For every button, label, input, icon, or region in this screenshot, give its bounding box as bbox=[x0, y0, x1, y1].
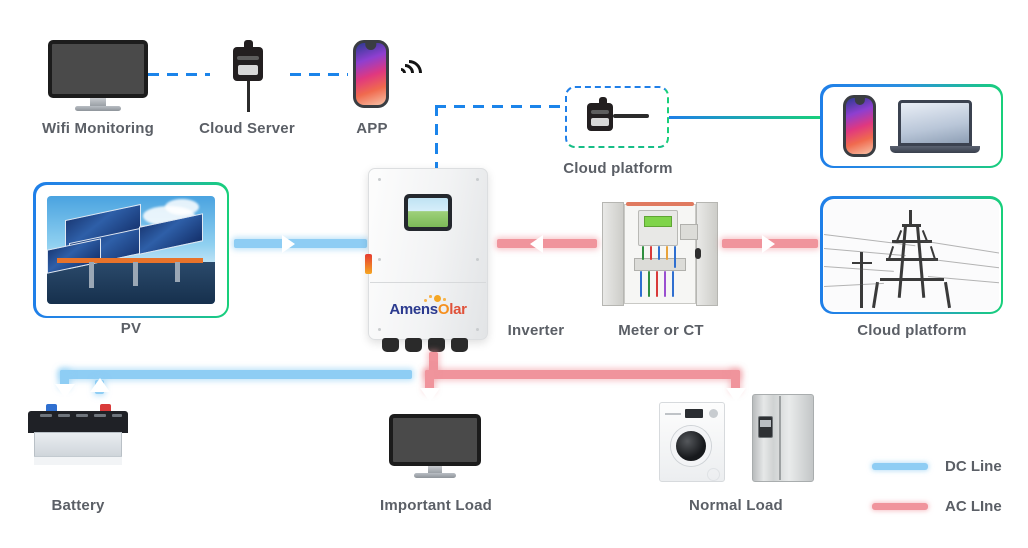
legend-swatch-dc bbox=[872, 462, 928, 470]
ac-line-meter-inverter bbox=[497, 239, 597, 248]
dc-line-pv-inverter bbox=[234, 239, 367, 248]
label-cloud-platform-top: Cloud platform bbox=[563, 160, 673, 177]
flow-arrow-charge-battery bbox=[55, 384, 75, 398]
legend-label-dc: DC Line bbox=[945, 457, 1002, 475]
label-inverter: Inverter bbox=[507, 322, 565, 339]
flow-arrow-discharge-battery bbox=[90, 378, 110, 392]
dashed-link-to-cloud bbox=[435, 105, 563, 108]
flow-arrow-meter-to-inverter bbox=[530, 235, 543, 253]
washer-icon bbox=[659, 402, 725, 482]
laptop-icon bbox=[890, 99, 980, 153]
flow-arrow-to-important-load bbox=[420, 388, 440, 402]
label-app: APP bbox=[356, 120, 388, 137]
label-meter: Meter or CT bbox=[618, 322, 704, 339]
legend-label-ac: AC LIne bbox=[945, 497, 1002, 515]
label-pv: PV bbox=[120, 320, 142, 337]
power-tower-icon bbox=[824, 200, 999, 310]
meter-cabinet-icon bbox=[602, 202, 718, 308]
solar-panel-icon bbox=[47, 196, 215, 304]
smartphone-icon bbox=[843, 95, 876, 157]
brand-sun-letter: O bbox=[437, 301, 450, 318]
label-battery: Battery bbox=[51, 497, 105, 514]
devices-box bbox=[820, 84, 1003, 168]
flow-arrow-to-normal-load bbox=[726, 388, 746, 402]
label-important-load: Important Load bbox=[380, 497, 492, 514]
system-diagram: Wifi Monitoring Cloud Server APP Cloud p… bbox=[0, 0, 1028, 548]
fridge-icon bbox=[752, 394, 814, 482]
label-wifi-monitoring: Wifi Monitoring bbox=[42, 120, 154, 137]
dc-line-inverter-battery bbox=[60, 370, 412, 379]
inverter-icon: AmensOlar bbox=[365, 168, 496, 356]
dongle-icon bbox=[228, 40, 268, 112]
grid-box bbox=[820, 196, 1003, 314]
label-grid: Cloud platform bbox=[857, 322, 967, 339]
pv-box bbox=[33, 182, 229, 318]
dashed-link-inverter-up bbox=[435, 105, 438, 175]
brand-part2: lar bbox=[449, 301, 467, 318]
ac-line-load-bus bbox=[425, 370, 740, 379]
brand-logo: AmensOlar bbox=[368, 301, 488, 318]
flow-arrow-grid-to-meter bbox=[762, 235, 775, 253]
smartphone-icon bbox=[353, 40, 389, 108]
flow-arrow-pv-to-inverter bbox=[282, 235, 295, 253]
legend-item-dc: DC Line bbox=[872, 452, 1002, 480]
label-normal-load: Normal Load bbox=[689, 497, 783, 514]
legend-swatch-ac bbox=[872, 502, 928, 510]
monitor-icon bbox=[48, 40, 148, 112]
dashed-link-monitor-server bbox=[148, 73, 210, 76]
link-cloud-devices bbox=[669, 116, 821, 119]
battery-icon bbox=[28, 404, 132, 472]
dongle-icon bbox=[587, 97, 651, 141]
monitor-icon bbox=[389, 414, 481, 480]
label-cloud-server: Cloud Server bbox=[199, 120, 295, 137]
legend-item-ac: AC LIne bbox=[872, 492, 1002, 520]
brand-part1: Amens bbox=[389, 301, 438, 318]
legend: DC Line AC LIne bbox=[872, 452, 1002, 520]
dashed-link-server-app bbox=[290, 73, 348, 76]
wifi-signal-icon bbox=[390, 54, 428, 92]
cloud-platform-box bbox=[565, 86, 669, 148]
